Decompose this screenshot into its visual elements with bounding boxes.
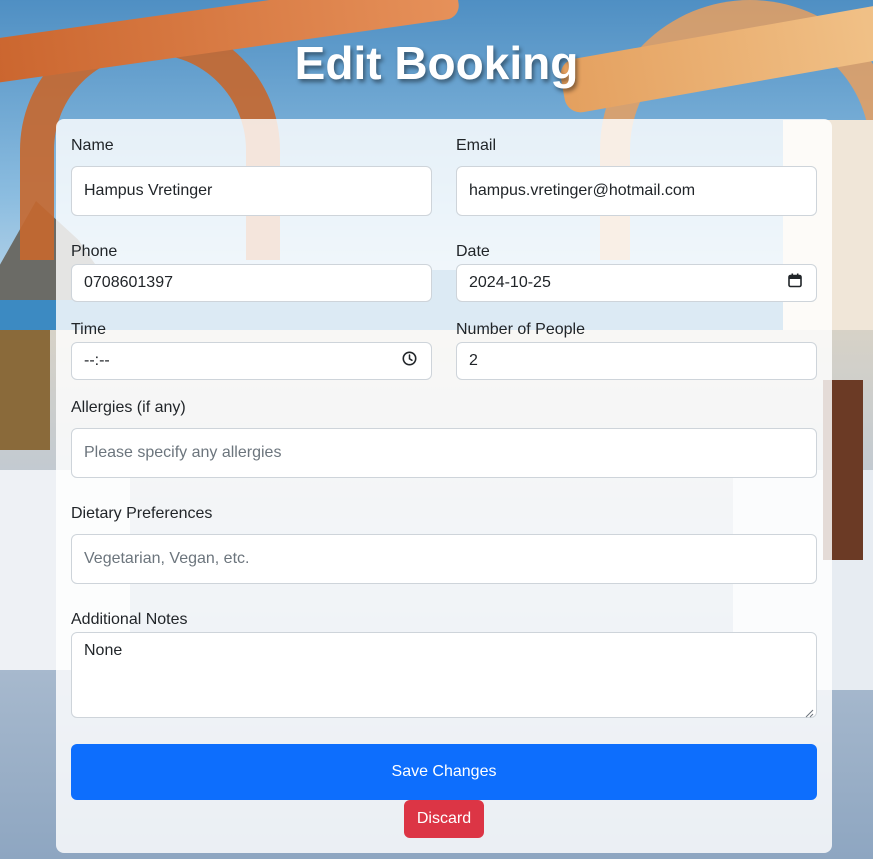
allergies-placeholder: Please specify any allergies <box>84 444 282 461</box>
date-label: Date <box>456 243 490 260</box>
date-value: 2024-10-25 <box>469 274 551 291</box>
email-input[interactable]: hampus.vretinger@hotmail.com <box>456 166 817 216</box>
page-title: Edit Booking <box>294 37 579 89</box>
dietary-label: Dietary Preferences <box>71 505 213 522</box>
name-input[interactable]: Hampus Vretinger <box>71 166 432 216</box>
name-label: Name <box>71 137 114 154</box>
date-input[interactable]: 2024-10-25 <box>456 264 817 302</box>
people-label: Number of People <box>456 321 585 338</box>
name-value: Hampus Vretinger <box>84 182 213 199</box>
notes-textarea[interactable]: None <box>71 632 817 718</box>
email-value: hampus.vretinger@hotmail.com <box>469 182 696 199</box>
booking-form-card <box>56 119 832 853</box>
allergies-input[interactable]: Please specify any allergies <box>71 428 817 478</box>
save-changes-button[interactable]: Save Changes <box>71 744 817 800</box>
clock-icon[interactable] <box>402 351 417 371</box>
discard-button[interactable]: Discard <box>404 800 484 838</box>
phone-input[interactable]: 0708601397 <box>71 264 432 302</box>
time-input[interactable]: --:-- <box>71 342 432 380</box>
dietary-placeholder: Vegetarian, Vegan, etc. <box>84 550 250 567</box>
calendar-icon[interactable] <box>788 273 802 293</box>
phone-value: 0708601397 <box>84 274 173 291</box>
allergies-label: Allergies (if any) <box>71 399 186 416</box>
email-label: Email <box>456 137 497 154</box>
notes-label: Additional Notes <box>71 611 188 628</box>
dietary-input[interactable]: Vegetarian, Vegan, etc. <box>71 534 817 584</box>
resize-handle-icon[interactable] <box>804 705 814 718</box>
time-value: --:-- <box>84 352 110 369</box>
phone-label: Phone <box>71 243 118 260</box>
notes-value: None <box>84 642 123 659</box>
time-label: Time <box>71 321 106 338</box>
people-value: 2 <box>469 352 478 369</box>
people-input[interactable]: 2 <box>456 342 817 380</box>
